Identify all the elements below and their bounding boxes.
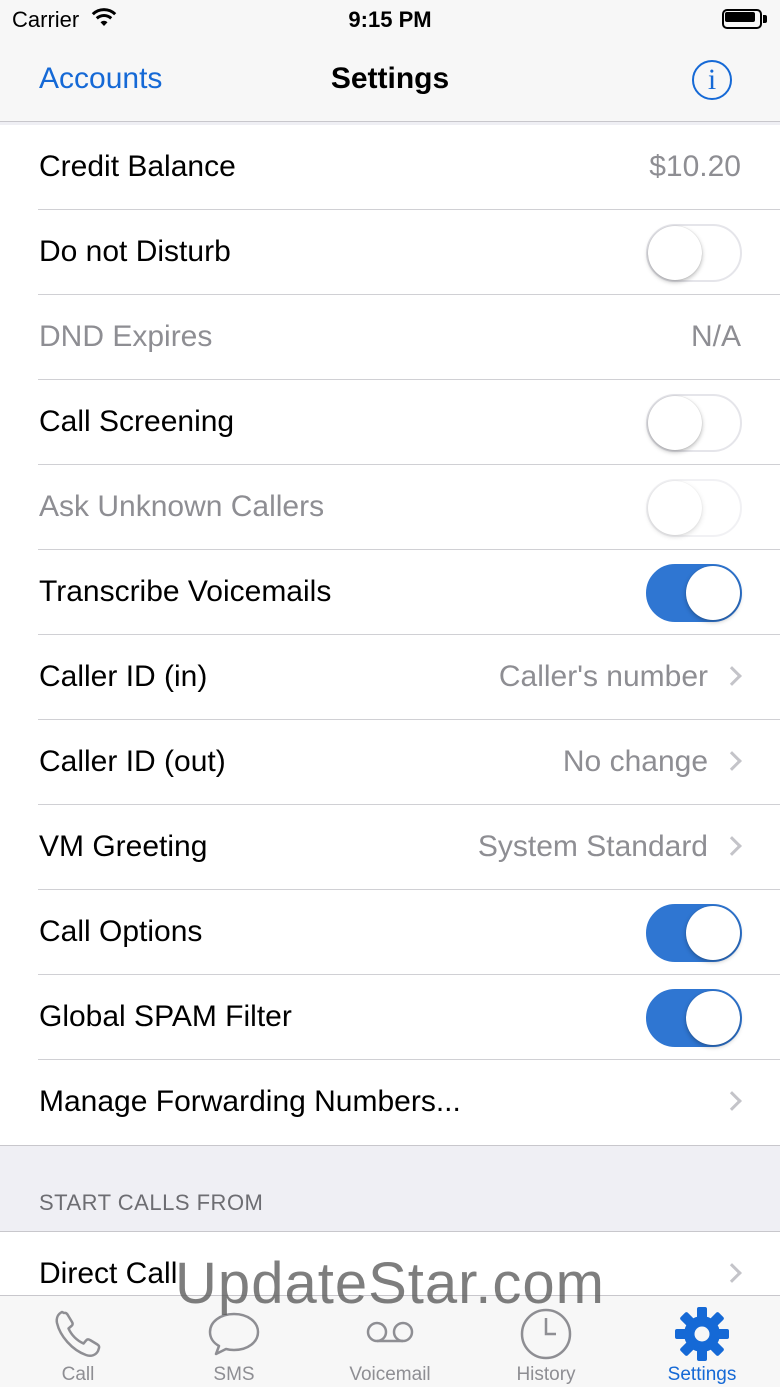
chat-bubble-icon bbox=[208, 1312, 260, 1356]
call-screening-toggle[interactable] bbox=[646, 394, 742, 452]
setting-label: Transcribe Voicemails bbox=[39, 575, 332, 608]
setting-label: VM Greeting bbox=[39, 830, 208, 863]
toggle-knob bbox=[686, 991, 740, 1045]
setting-value: No change bbox=[562, 745, 708, 778]
chevron-right-icon bbox=[722, 836, 742, 856]
setting-value: $10.20 bbox=[649, 150, 741, 183]
page-title: Settings bbox=[330, 62, 450, 95]
setting-row-call-options: Call Options bbox=[0, 890, 780, 975]
voicemail-icon bbox=[366, 1321, 414, 1343]
gear-icon bbox=[675, 1307, 729, 1361]
setting-label: Call Screening bbox=[39, 405, 235, 438]
chevron-right-icon bbox=[722, 666, 742, 686]
chevron-right-icon bbox=[722, 751, 742, 771]
toggle-knob bbox=[686, 566, 740, 620]
status-time: 9:15 PM bbox=[348, 7, 432, 32]
setting-label: Manage Forwarding Numbers... bbox=[39, 1085, 461, 1118]
settings-list: Credit Balance $10.20 Do not Disturb DND Ex… bbox=[0, 125, 780, 1146]
setting-value: N/A bbox=[690, 320, 741, 353]
toggle-knob bbox=[648, 481, 702, 535]
setting-label: Call Options bbox=[39, 915, 203, 948]
setting-row-ask-unknown-callers: Ask Unknown Callers bbox=[0, 465, 780, 550]
toggle-knob bbox=[648, 226, 702, 280]
setting-row-direct-call[interactable]: Direct Call bbox=[0, 1232, 780, 1295]
tab-label: Settings bbox=[667, 1364, 737, 1385]
setting-row-global-spam-filter: Global SPAM Filter bbox=[0, 975, 780, 1060]
tab-label: SMS bbox=[213, 1364, 255, 1385]
setting-row-vm-greeting[interactable]: VM Greeting System Standard bbox=[0, 805, 780, 890]
do-not-disturb-toggle[interactable] bbox=[646, 224, 742, 282]
ask-unknown-callers-toggle bbox=[646, 479, 742, 537]
tab-voicemail[interactable]: Voicemail bbox=[312, 1296, 468, 1387]
setting-row-manage-forwarding-numbers[interactable]: Manage Forwarding Numbers... bbox=[0, 1060, 780, 1145]
setting-label: Direct Call bbox=[39, 1257, 178, 1290]
setting-row-caller-id-out[interactable]: Caller ID (out) No change bbox=[0, 720, 780, 805]
tab-history[interactable]: History bbox=[468, 1296, 624, 1387]
setting-label: DND Expires bbox=[39, 320, 213, 353]
chevron-right-icon bbox=[722, 1091, 742, 1111]
navigation-bar: Accounts Settings i bbox=[0, 40, 780, 122]
setting-label: Global SPAM Filter bbox=[39, 1000, 292, 1033]
setting-label: Caller ID (in) bbox=[39, 660, 208, 693]
global-spam-filter-toggle[interactable] bbox=[646, 989, 742, 1047]
setting-label: Caller ID (out) bbox=[39, 745, 226, 778]
tab-settings[interactable]: Settings bbox=[624, 1296, 780, 1387]
tab-label: Call bbox=[61, 1364, 95, 1385]
tab-label: Voicemail bbox=[349, 1364, 431, 1385]
start-calls-from-list: Direct Call bbox=[0, 1231, 780, 1295]
tab-call[interactable]: Call bbox=[0, 1296, 156, 1387]
status-bar: Carrier 9:15 PM bbox=[0, 0, 780, 40]
setting-row-call-screening: Call Screening bbox=[0, 380, 780, 465]
call-options-toggle[interactable] bbox=[646, 904, 742, 962]
tab-bar: Call SMS Voicemail History Settings bbox=[0, 1295, 780, 1387]
setting-label: Credit Balance bbox=[39, 150, 236, 183]
setting-row-transcribe-voicemails: Transcribe Voicemails bbox=[0, 550, 780, 635]
info-icon[interactable]: i bbox=[692, 60, 732, 100]
clock-icon bbox=[520, 1308, 572, 1360]
chevron-right-icon bbox=[722, 1263, 742, 1283]
setting-row-do-not-disturb: Do not Disturb bbox=[0, 210, 780, 295]
setting-row-credit-balance: Credit Balance $10.20 bbox=[0, 125, 780, 210]
setting-value: Caller's number bbox=[498, 660, 708, 693]
tab-label: History bbox=[516, 1364, 576, 1385]
section-header-start-calls-from: START CALLS FROM bbox=[39, 1190, 264, 1215]
tab-sms[interactable]: SMS bbox=[156, 1296, 312, 1387]
transcribe-voicemails-toggle[interactable] bbox=[646, 564, 742, 622]
setting-label: Do not Disturb bbox=[39, 235, 231, 268]
setting-label: Ask Unknown Callers bbox=[39, 490, 325, 523]
toggle-knob bbox=[648, 396, 702, 450]
setting-row-caller-id-in[interactable]: Caller ID (in) Caller's number bbox=[0, 635, 780, 720]
phone-icon bbox=[55, 1310, 101, 1358]
setting-row-dnd-expires: DND Expires N/A bbox=[0, 295, 780, 380]
toggle-knob bbox=[686, 906, 740, 960]
setting-value: System Standard bbox=[477, 830, 708, 863]
battery-icon bbox=[722, 9, 768, 29]
